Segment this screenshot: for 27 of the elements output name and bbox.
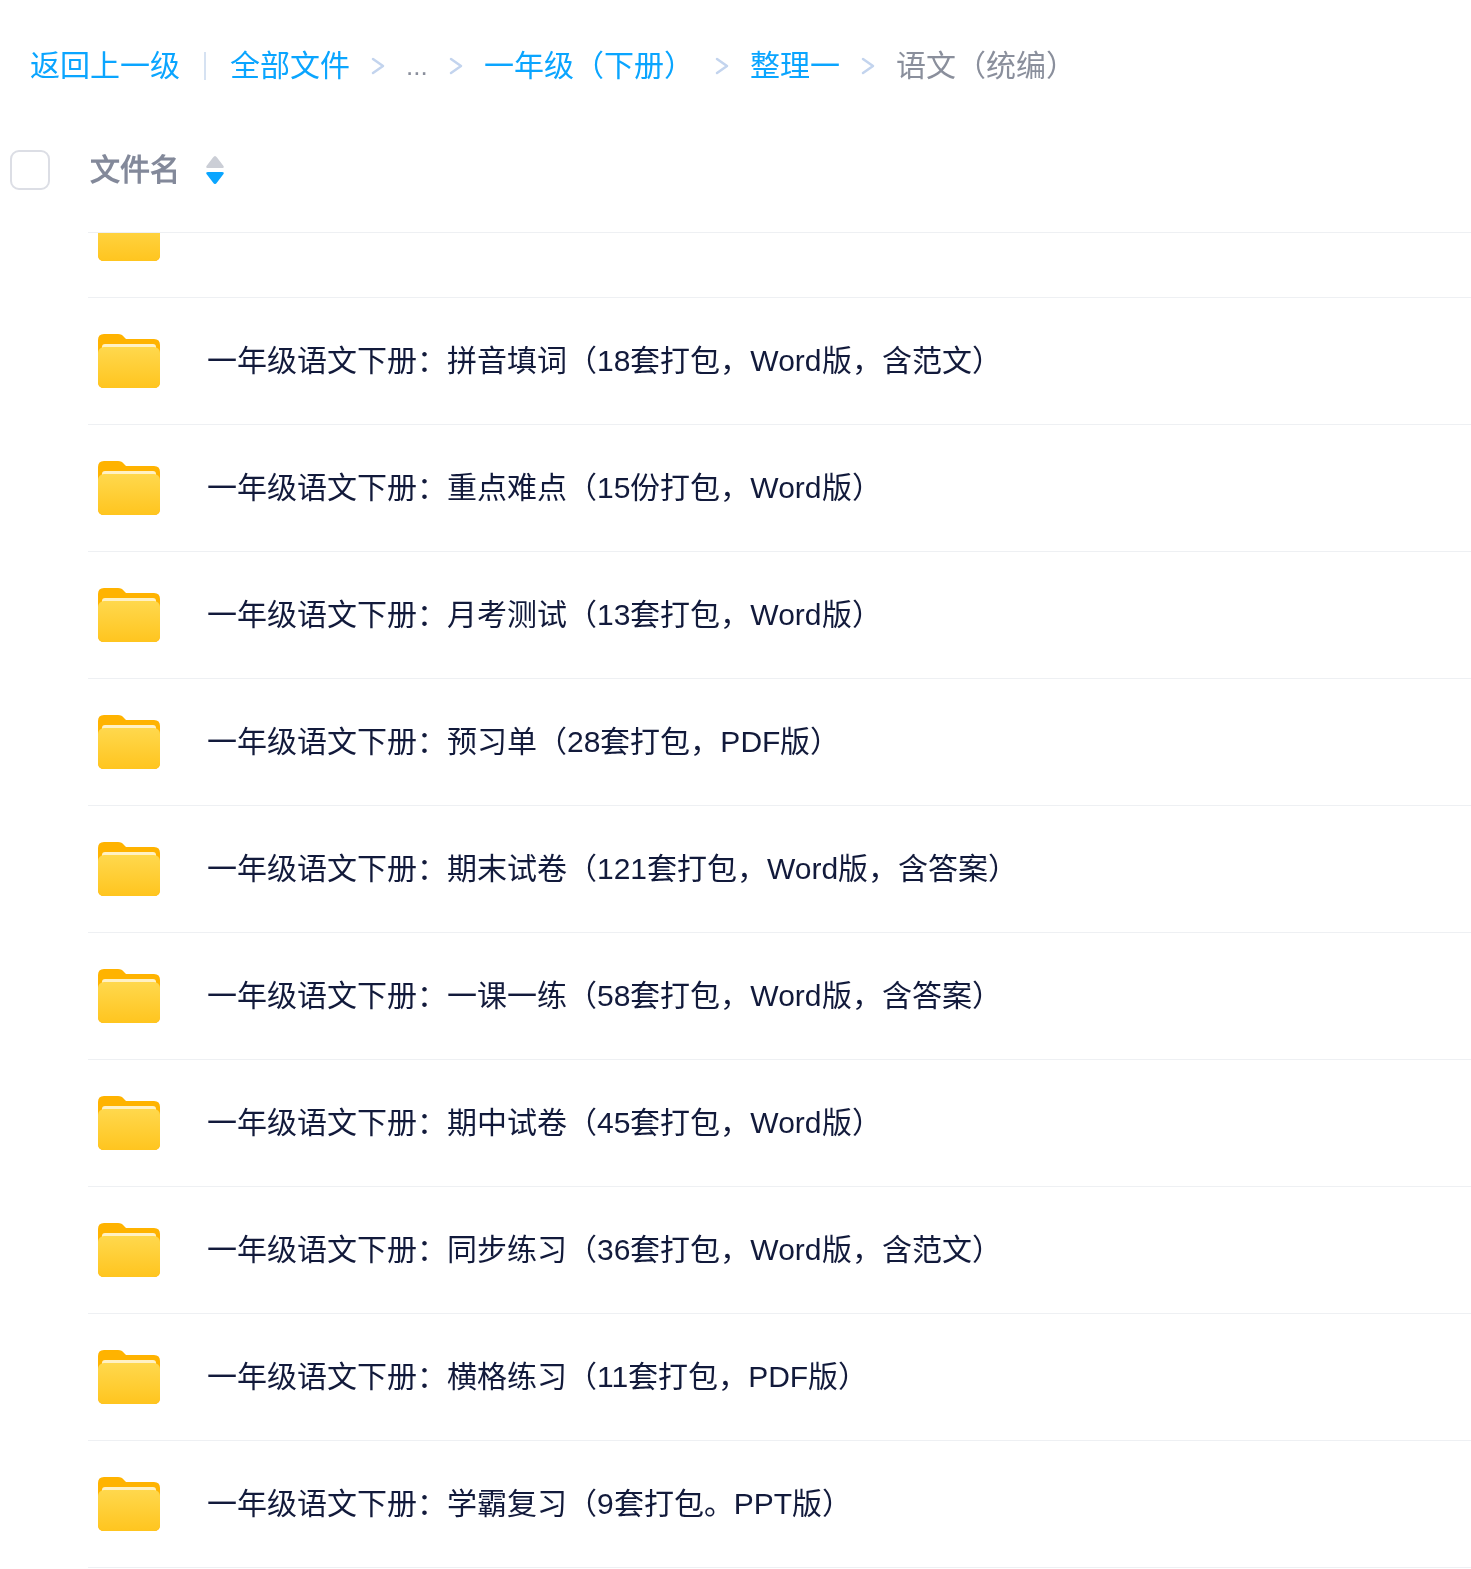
select-all-checkbox[interactable]: [10, 150, 50, 190]
folder-icon: [98, 1477, 160, 1531]
folder-icon: [98, 588, 160, 642]
folder-icon: [98, 1096, 160, 1150]
folder-icon: [98, 1350, 160, 1404]
folder-icon: [98, 842, 160, 896]
folder-name[interactable]: 一年级语文下册：期末试卷（121套打包，Word版，含答案）: [207, 849, 1019, 889]
folder-icon: [98, 715, 160, 769]
folder-name[interactable]: 一年级语文下册：预习单（28套打包，PDF版）: [207, 722, 841, 762]
chevron-right-icon: [713, 55, 730, 77]
folder-name[interactable]: 一年级语文下册：一课一练（58套打包，Word版，含答案）: [207, 976, 1002, 1016]
folder-name[interactable]: 一年级语文下册：拼音填词（18套打包，Word版，含范文）: [207, 341, 1002, 381]
folder-name[interactable]: 一年级语文下册：学霸复习（9套打包。PPT版）: [207, 1484, 853, 1524]
breadcrumb-current: 语文（统编）: [895, 51, 1076, 81]
folder-icon: [98, 334, 160, 388]
chevron-right-icon: [859, 55, 876, 77]
folder-name[interactable]: 一年级语文下册：期中试卷（45套打包，Word版）: [207, 1103, 882, 1143]
folder-icon: [98, 461, 160, 515]
folder-icon: [98, 1223, 160, 1277]
chevron-right-icon: [370, 55, 386, 77]
folder-icon: [98, 969, 160, 1023]
sort-icon[interactable]: [205, 155, 225, 185]
folder-name[interactable]: 一年级语文下册：重点难点（15份打包，Word版）: [207, 468, 882, 508]
folder-name[interactable]: 一年级语文下册：月考测试（13套打包，Word版）: [207, 595, 882, 635]
chevron-right-icon: [447, 55, 464, 77]
folder-name[interactable]: 一年级语文下册：同步练习（36套打包，Word版，含范文）: [207, 1230, 1002, 1270]
folder-name[interactable]: 一年级语文下册：横格练习（11套打包，PDF版）: [207, 1357, 869, 1397]
